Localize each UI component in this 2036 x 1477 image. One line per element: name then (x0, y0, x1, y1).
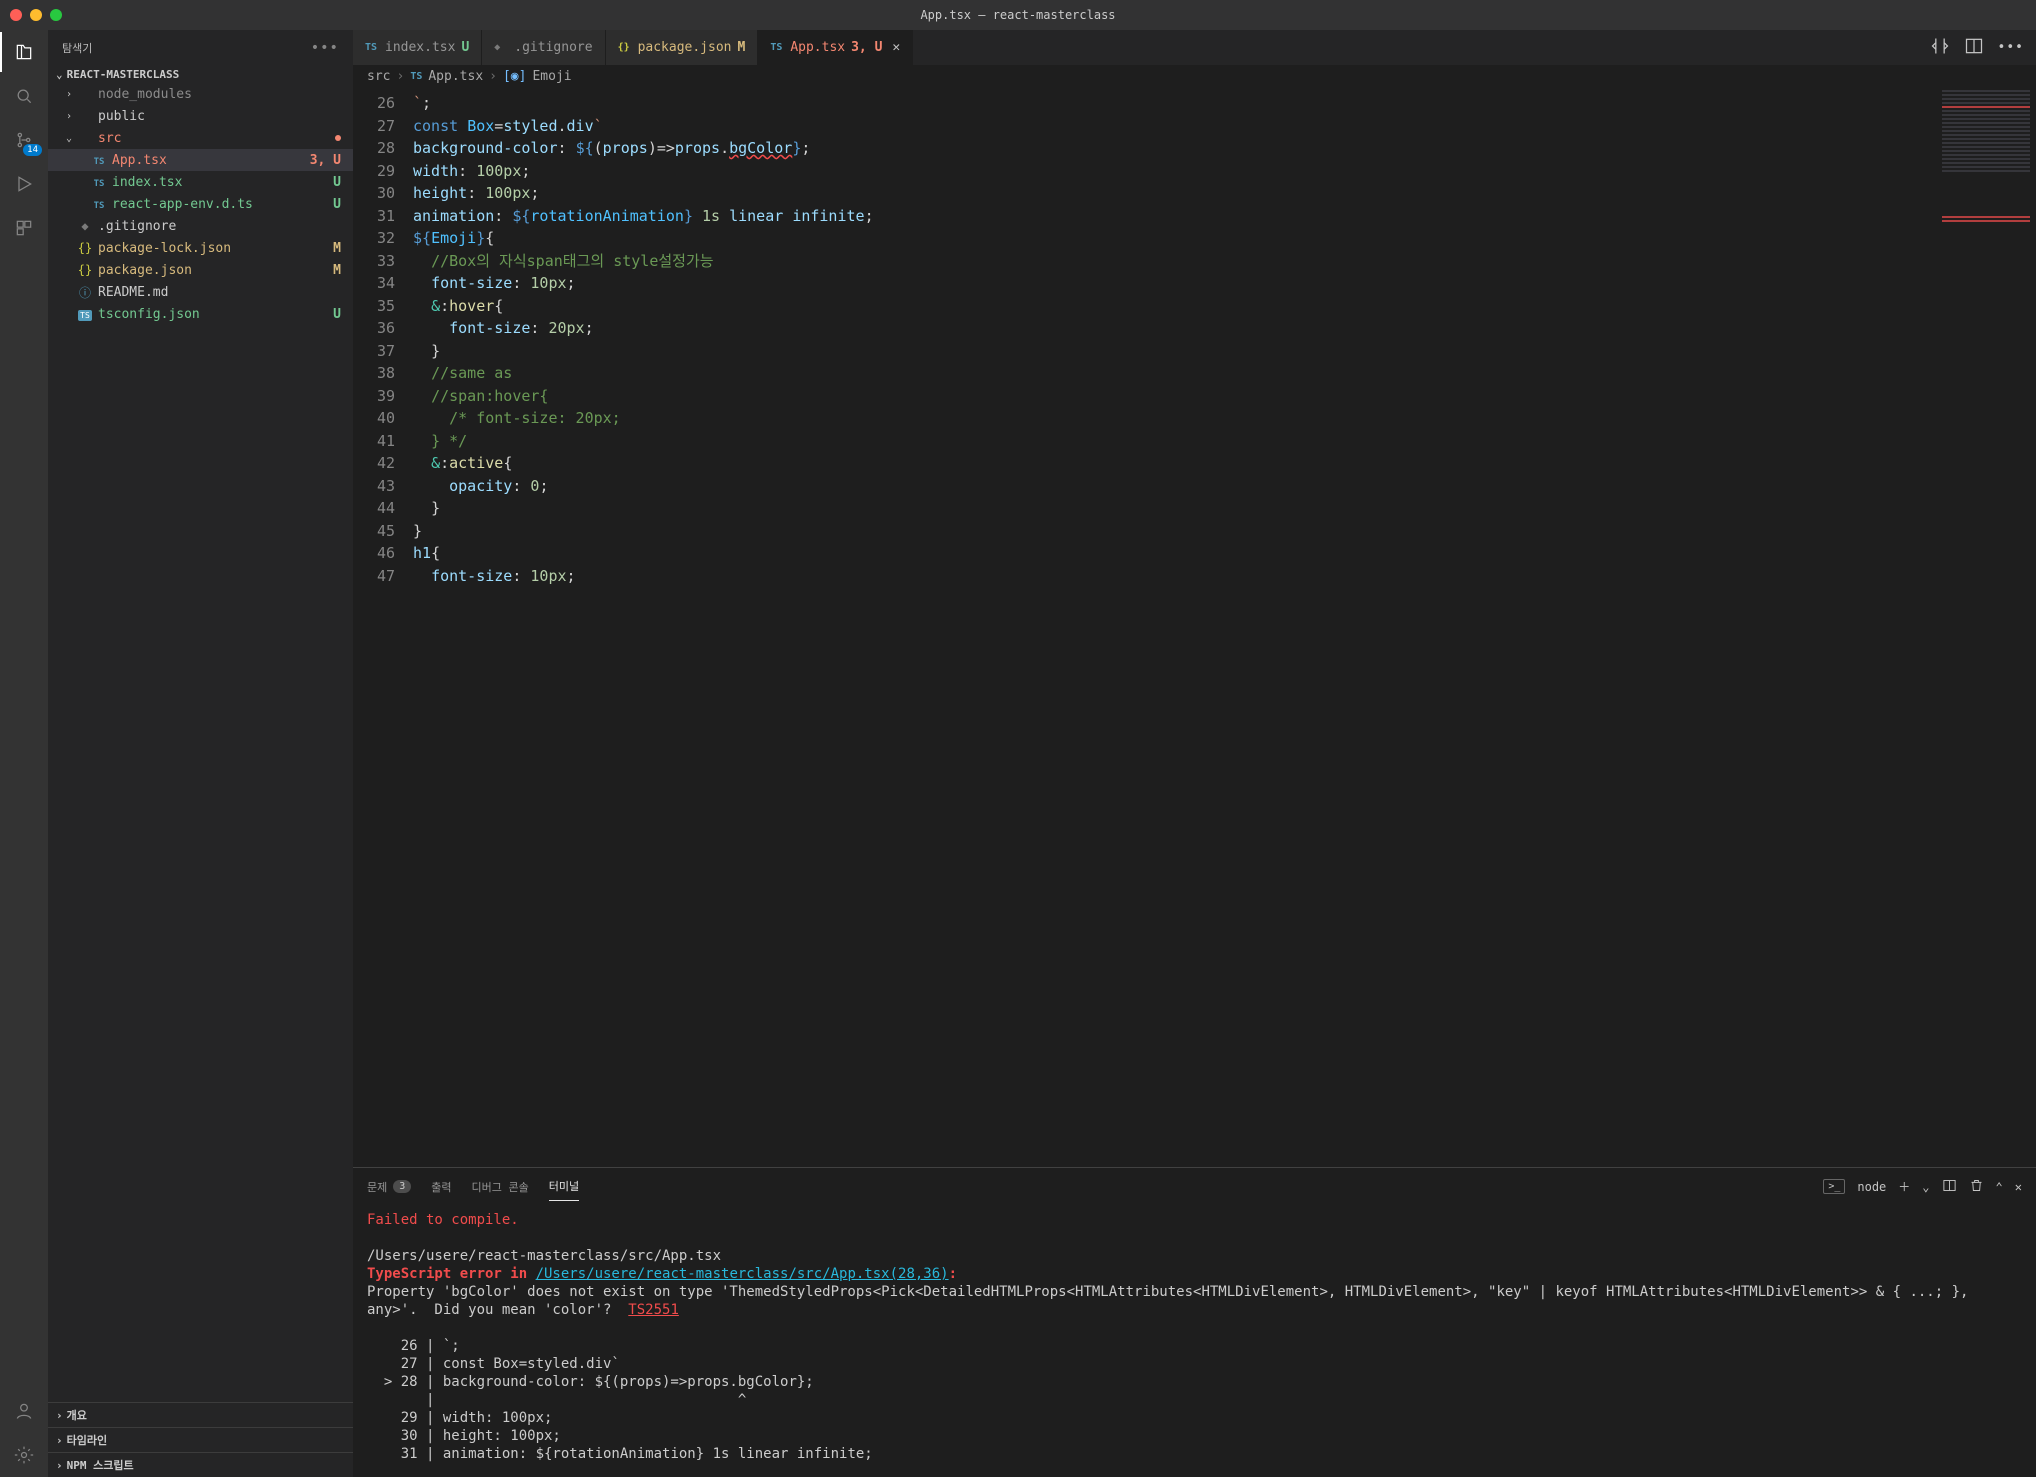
minimize-window[interactable] (30, 9, 42, 21)
maximize-window[interactable] (50, 9, 62, 21)
window-title: App.tsx — react-masterclass (920, 8, 1115, 22)
settings-gear-icon[interactable] (12, 1443, 36, 1467)
trash-icon[interactable] (1969, 1178, 1984, 1196)
tree-item-public[interactable]: ›public (48, 105, 353, 127)
source-control-icon[interactable]: 14 (12, 128, 36, 152)
tree-item-src[interactable]: ⌄src (48, 127, 353, 149)
extensions-icon[interactable] (12, 216, 36, 240)
terminal-profile-label[interactable]: node (1857, 1180, 1886, 1194)
editor-tab-index-tsx[interactable]: TS index.tsx U (353, 30, 482, 65)
debug-console-tab[interactable]: 디버그 콘솔 (472, 1173, 529, 1201)
explorer-more-icon[interactable]: ••• (311, 40, 339, 56)
ts-file-icon: TS (410, 71, 422, 82)
tree-item--gitignore[interactable]: ◆.gitignore (48, 215, 353, 237)
tree-item-package-lock-json[interactable]: {}package-lock.jsonM (48, 237, 353, 259)
panel-tabs: 문제 3 출력 디버그 콘솔 터미널 >_ node ＋ ⌄ ⌃ ✕ (353, 1168, 2036, 1205)
breadcrumb[interactable]: src › TS App.tsx › [◉] Emoji (353, 65, 2036, 88)
terminal-tab[interactable]: 터미널 (549, 1172, 579, 1201)
editor-tab-package-json[interactable]: {} package.json M (606, 30, 759, 65)
explorer-sidebar: 탐색기 ••• ⌄ REACT-MASTERCLASS ›node_module… (48, 30, 353, 1477)
new-terminal-icon[interactable]: ＋ (1898, 1178, 1910, 1195)
symbol-variable-icon: [◉] (503, 69, 526, 84)
problems-tab[interactable]: 문제 3 (367, 1173, 411, 1201)
accounts-icon[interactable] (12, 1399, 36, 1423)
activity-bar: 14 (0, 30, 48, 1477)
editor-tab--gitignore[interactable]: ◆ .gitignore (482, 30, 605, 65)
file-tree: ›node_modules›public⌄srcTSApp.tsx3, UTSi… (48, 83, 353, 1402)
editor-tab-App-tsx[interactable]: TS App.tsx 3, U ✕ (758, 30, 913, 65)
bottom-panel: 문제 3 출력 디버그 콘솔 터미널 >_ node ＋ ⌄ ⌃ ✕ (353, 1167, 2036, 1477)
sidebar-panel-header[interactable]: ›NPM 스크립트 (48, 1452, 353, 1477)
scm-badge: 14 (23, 144, 42, 156)
terminal-output[interactable]: Failed to compile. /Users/usere/react-ma… (353, 1205, 2036, 1477)
close-panel-icon[interactable]: ✕ (2015, 1180, 2022, 1194)
titlebar: App.tsx — react-masterclass (0, 0, 2036, 30)
tab-actions: ••• (1918, 30, 2036, 65)
search-icon[interactable] (12, 84, 36, 108)
output-tab[interactable]: 출력 (431, 1173, 451, 1201)
code-content[interactable]: `;const Box=styled.div`background-color:… (413, 88, 2036, 1167)
editor-tabs: TS index.tsx U ◆ .gitignore {} package.j… (353, 30, 2036, 65)
close-window[interactable] (10, 9, 22, 21)
chevron-right-icon: › (489, 69, 497, 84)
tree-item-node-modules[interactable]: ›node_modules (48, 83, 353, 105)
tree-item-App-tsx[interactable]: TSApp.tsx3, U (48, 149, 353, 171)
close-tab-icon[interactable]: ✕ (892, 40, 900, 55)
explorer-icon[interactable] (12, 40, 36, 64)
tree-item-package-json[interactable]: {}package.jsonM (48, 259, 353, 281)
chevron-down-icon: ⌄ (56, 68, 63, 81)
breadcrumb-seg[interactable]: src (367, 69, 390, 84)
traffic-lights (10, 9, 62, 21)
code-editor[interactable]: 2627282930313233343536373839404142434445… (353, 88, 2036, 1167)
project-name: REACT-MASTERCLASS (67, 68, 180, 81)
project-header[interactable]: ⌄ REACT-MASTERCLASS (48, 66, 353, 83)
editor-main: TS index.tsx U ◆ .gitignore {} package.j… (353, 30, 2036, 1477)
chevron-up-icon[interactable]: ⌃ (1996, 1180, 2003, 1194)
breadcrumb-seg[interactable]: Emoji (532, 69, 571, 84)
tree-item-react-app-env-d-ts[interactable]: TSreact-app-env.d.tsU (48, 193, 353, 215)
terminal-dropdown-icon[interactable]: ⌄ (1922, 1180, 1929, 1194)
explorer-title: 탐색기 (62, 40, 92, 56)
split-editor-icon[interactable] (1964, 36, 1984, 60)
problems-count-badge: 3 (393, 1180, 411, 1193)
tree-item-index-tsx[interactable]: TSindex.tsxU (48, 171, 353, 193)
chevron-right-icon: › (396, 69, 404, 84)
sidebar-panel-header[interactable]: ›타임라인 (48, 1427, 353, 1452)
more-icon[interactable]: ••• (1998, 40, 2024, 55)
tree-item-README-md[interactable]: ⓘREADME.md (48, 281, 353, 303)
line-gutter: 2627282930313233343536373839404142434445… (353, 88, 413, 1167)
breadcrumb-seg[interactable]: App.tsx (428, 69, 483, 84)
sidebar-panel-header[interactable]: ›개요 (48, 1402, 353, 1427)
sidebar-panels: ›개요›타임라인›NPM 스크립트 (48, 1402, 353, 1477)
terminal-process-icon: >_ (1823, 1179, 1845, 1194)
compare-changes-icon[interactable] (1930, 36, 1950, 60)
run-debug-icon[interactable] (12, 172, 36, 196)
split-terminal-icon[interactable] (1942, 1178, 1957, 1196)
minimap[interactable] (1936, 88, 2036, 1167)
tree-item-tsconfig-json[interactable]: TStsconfig.jsonU (48, 303, 353, 325)
